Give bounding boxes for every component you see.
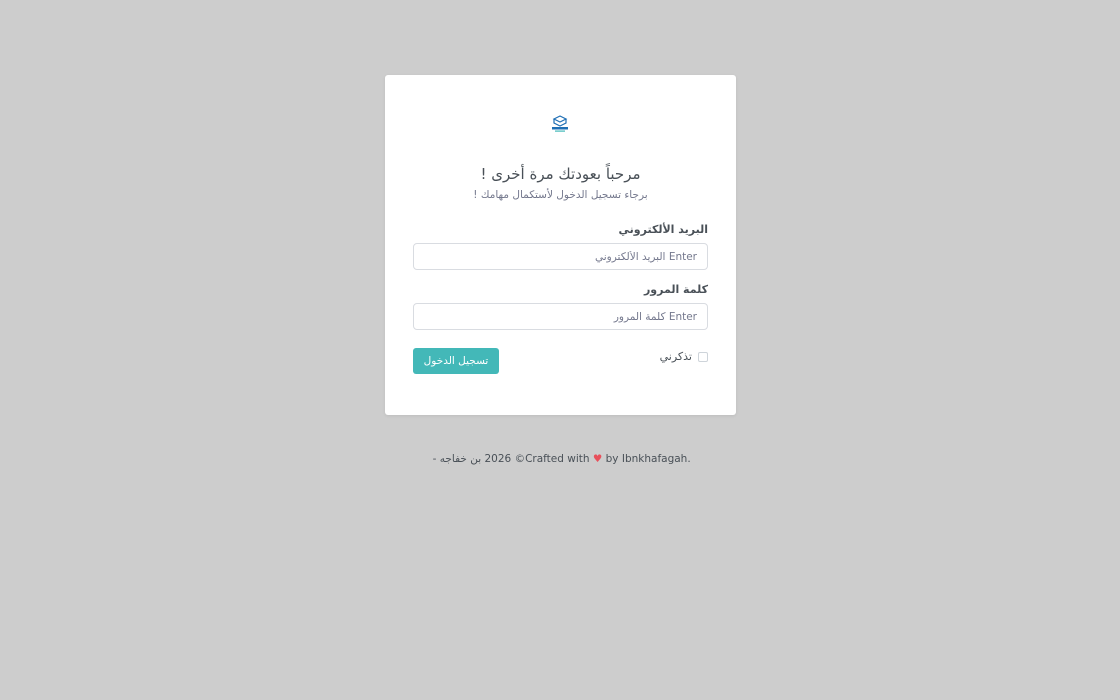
welcome-subtitle: برجاء تسجيل الدخول لأستكمال مهامك ! bbox=[473, 189, 648, 201]
welcome-title: مرحباً بعودتك مرة أخرى ! bbox=[480, 165, 641, 183]
login-page: مرحباً بعودتك مرة أخرى ! برجاء تسجيل الد… bbox=[0, 0, 1120, 700]
remember-me-checkbox[interactable] bbox=[698, 351, 708, 362]
password-label: كلمة المرور bbox=[643, 283, 708, 296]
footer-copyright: © 2026 بن خفاجه - bbox=[429, 453, 526, 465]
email-field[interactable] bbox=[413, 243, 708, 270]
email-label: البريد الألكتروني bbox=[618, 223, 708, 236]
footer-crafted: Crafted with bbox=[525, 453, 590, 465]
remember-me-label[interactable]: تذكرني bbox=[660, 350, 692, 363]
footer: © 2026 بن خفاجه - Crafted with ♥ by Ibnk… bbox=[0, 453, 1120, 465]
box-logo-icon bbox=[552, 115, 568, 132]
login-button[interactable]: تسجيل الدخول bbox=[413, 348, 499, 374]
heart-icon: ♥ bbox=[592, 453, 603, 465]
remember-me-row[interactable]: تذكرني bbox=[660, 350, 708, 363]
login-card: مرحباً بعودتك مرة أخرى ! برجاء تسجيل الد… bbox=[385, 75, 736, 415]
footer-by: by Ibnkhafagah. bbox=[605, 453, 691, 465]
password-field[interactable] bbox=[413, 303, 708, 330]
